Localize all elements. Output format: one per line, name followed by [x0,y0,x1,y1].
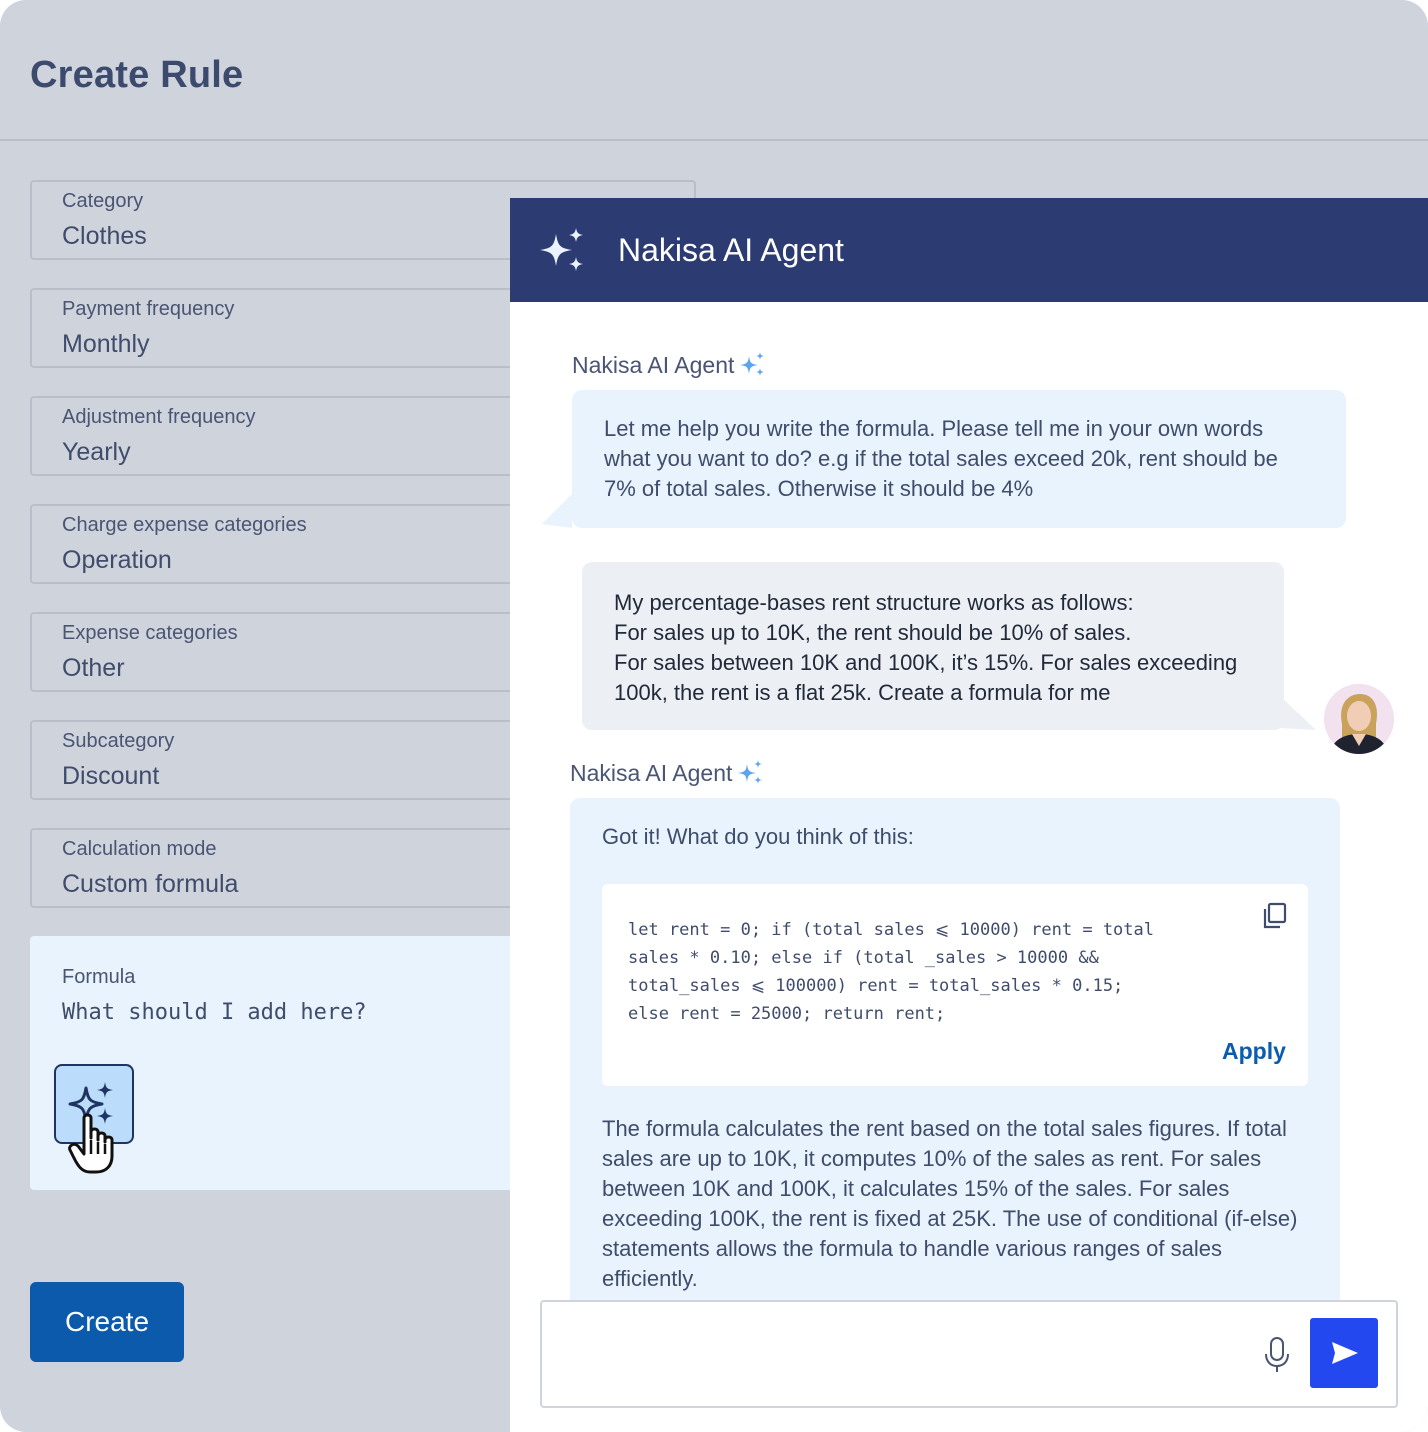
field-label: Charge expense categories [62,514,307,536]
formula-label: Formula [62,966,136,988]
field-label: Payment frequency [62,298,235,320]
field-value: Yearly [62,438,131,466]
field-value: Monthly [62,330,150,358]
field-value: Clothes [62,222,147,250]
page-title: Create Rule [30,54,244,96]
page-header: Create Rule [0,0,1428,141]
ai-chat-panel: Nakisa AI Agent Nakisa AI Agent Let me h… [510,198,1428,1432]
avatar [1324,684,1394,754]
code-text: let rent = 0; if (total sales ⩽ 10000) r… [628,920,1154,1024]
chat-header: Nakisa AI Agent [510,198,1428,302]
sparkles-icon [540,228,583,271]
send-icon [1332,1342,1358,1364]
agent-message: Got it! What do you think of this: let r… [570,798,1340,1318]
message-intro: Got it! What do you think of this: [602,824,914,849]
field-value: Custom formula [62,870,239,898]
bubble-tail [1280,696,1316,730]
user-avatar-image [1324,684,1394,754]
agent-message: Let me help you write the formula. Pleas… [572,390,1346,528]
hand-cursor-icon [68,1113,114,1174]
apply-button[interactable]: Apply [1222,1038,1286,1065]
message-text: My percentage-bases rent structure works… [614,590,1238,705]
send-button[interactable] [1310,1318,1378,1388]
app-window: Create Rule Category Clothes Payment fre… [0,0,1428,1432]
field-label: Category [62,190,144,212]
chat-input[interactable] [562,1338,1242,1374]
agent-name: Nakisa AI Agent [570,760,733,786]
code-block: let rent = 0; if (total sales ⩽ 10000) r… [602,884,1308,1086]
formula-input[interactable]: What should I add here? [62,1000,367,1025]
create-button[interactable]: Create [30,1282,184,1362]
field-label: Adjustment frequency [62,406,256,428]
message-text: Let me help you write the formula. Pleas… [604,416,1278,501]
chat-title: Nakisa AI Agent [618,232,844,268]
field-value: Other [62,654,125,682]
sparkles-icon [738,760,762,784]
user-message: My percentage-bases rent structure works… [582,562,1284,730]
microphone-icon[interactable] [1264,1336,1290,1374]
message-explanation: The formula calculates the rent based on… [602,1116,1298,1291]
sparkles-icon [740,352,764,376]
agent-name: Nakisa AI Agent [572,352,735,378]
field-value: Discount [62,762,160,790]
chat-input-box[interactable] [540,1300,1398,1408]
copy-icon[interactable] [1262,902,1288,930]
field-label: Calculation mode [62,838,217,860]
field-value: Operation [62,546,172,574]
field-label: Subcategory [62,730,175,752]
field-label: Expense categories [62,622,238,644]
